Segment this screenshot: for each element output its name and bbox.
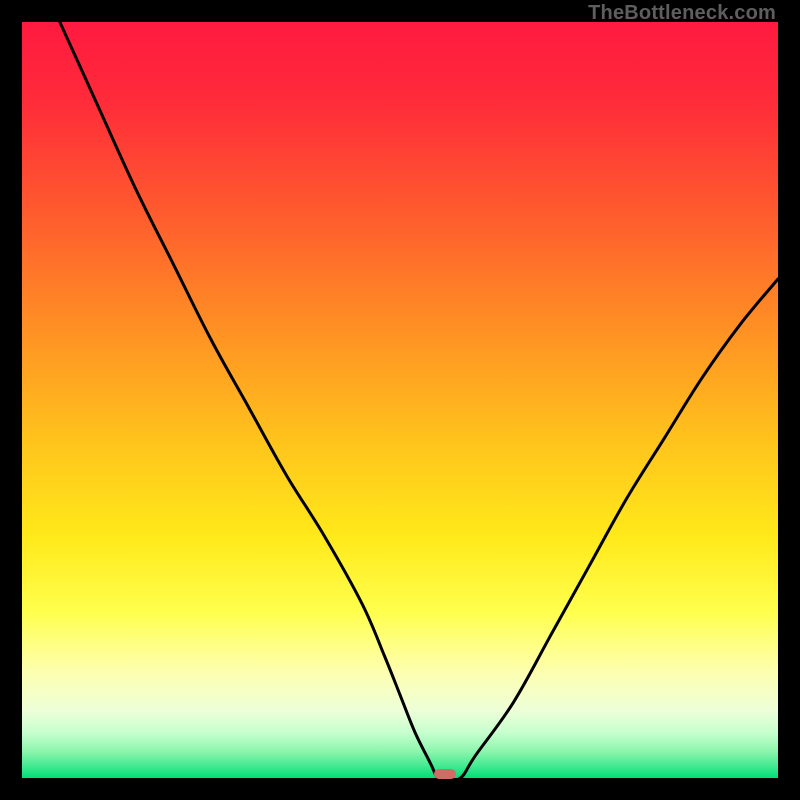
gradient-background xyxy=(22,22,778,778)
optimum-marker xyxy=(434,769,456,779)
chart-plot xyxy=(22,22,778,778)
chart-frame xyxy=(22,22,778,778)
